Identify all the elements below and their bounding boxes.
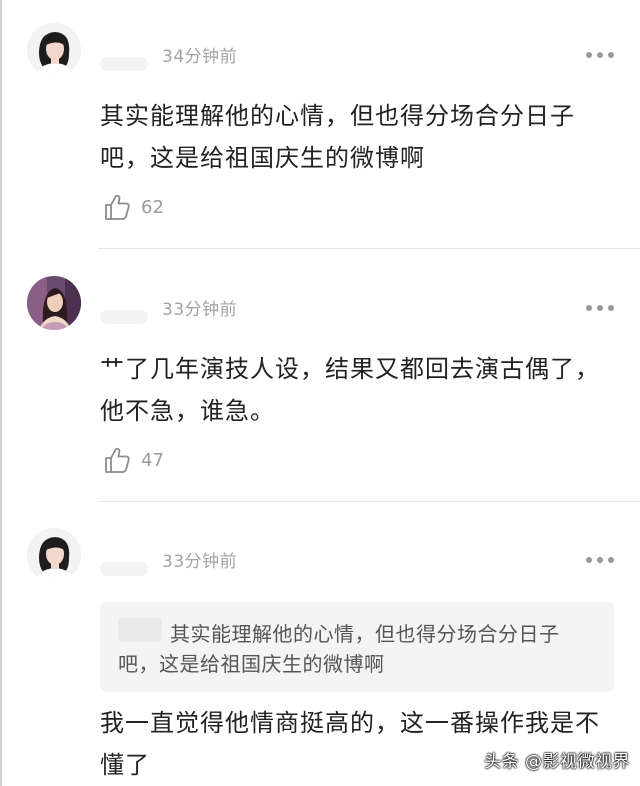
more-dots-icon[interactable] [586, 50, 614, 60]
thumbs-up-outline-icon [105, 447, 130, 473]
comment-text: 我一直觉得他情商挺高的，这一番操作我是不懂了 [100, 709, 600, 779]
avatar[interactable] [27, 276, 81, 330]
comment-time: 34分钟前 [162, 47, 238, 67]
comment-text: 其实能理解他的心情，但也得分场合分日子吧，这是给祖国庆生的微博啊 [100, 102, 575, 172]
divider [98, 501, 640, 502]
like-button[interactable]: 62 [103, 192, 164, 222]
comment-time: 33分钟前 [162, 552, 238, 572]
comment-text: 艹了几年演技人设，结果又都回去演古偶了，他不急，谁急。 [100, 355, 600, 425]
like-button[interactable]: 47 [103, 445, 164, 475]
more-dots-icon[interactable] [586, 303, 614, 313]
quoted-comment[interactable]: 其实能理解他的心情，但也得分场合分日子吧，这是给祖国庆生的微博啊 [100, 602, 614, 692]
username-blurred [100, 57, 148, 71]
username-blurred [100, 562, 148, 576]
left-edge-line [0, 0, 2, 786]
like-count: 62 [141, 196, 164, 218]
more-dots-icon[interactable] [586, 555, 614, 565]
thumbs-up-outline-icon [105, 194, 130, 220]
comment-time: 33分钟前 [162, 300, 238, 320]
avatar-woman-white-top-icon [27, 528, 81, 582]
username-blurred [100, 310, 148, 324]
avatar[interactable] [27, 528, 81, 582]
divider [98, 248, 640, 249]
avatar[interactable] [27, 23, 81, 77]
quoted-comment-text: 其实能理解他的心情，但也得分场合分日子吧，这是给祖国庆生的微博啊 [118, 622, 560, 676]
like-count: 47 [141, 449, 164, 471]
avatar-woman-white-top-icon [27, 23, 81, 77]
avatar-woman-dark-hair-icon [27, 276, 81, 330]
watermark: 头条 @影视微视界 [484, 752, 630, 772]
